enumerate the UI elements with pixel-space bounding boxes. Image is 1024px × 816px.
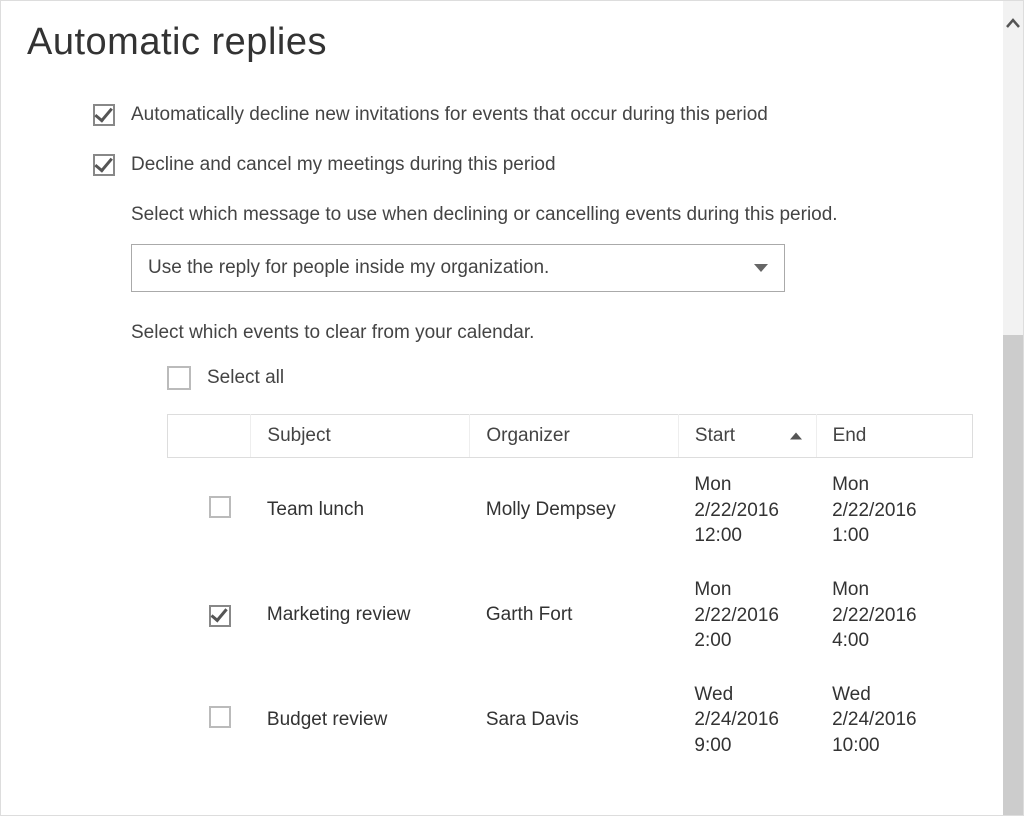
row-start: Mon2/22/201612:00 [678, 458, 816, 563]
column-end[interactable]: End [816, 415, 972, 458]
row-checkbox-cell [168, 563, 251, 668]
column-start-label: Start [695, 425, 735, 446]
scroll-up-button[interactable] [1003, 1, 1023, 47]
row-checkbox-cell [168, 458, 251, 563]
decline-new-checkbox[interactable] [93, 104, 115, 126]
row-start: Mon2/22/20162:00 [678, 563, 816, 668]
column-checkbox[interactable] [168, 415, 251, 458]
page-title: Automatic replies [27, 21, 963, 64]
column-organizer[interactable]: Organizer [470, 415, 679, 458]
row-subject: Budget review [251, 668, 470, 773]
table-row: Team lunchMolly DempseyMon2/22/201612:00… [168, 458, 973, 563]
decline-cancel-label: Decline and cancel my meetings during th… [131, 154, 556, 176]
row-checkbox[interactable] [209, 496, 231, 518]
events-instruction: Select which events to clear from your c… [131, 322, 963, 344]
row-organizer: Sara Davis [470, 668, 679, 773]
row-checkbox-cell [168, 668, 251, 773]
row-start: Wed2/24/20169:00 [678, 668, 816, 773]
select-all-checkbox[interactable] [167, 366, 191, 390]
table-row: Budget reviewSara DavisWed2/24/20169:00W… [168, 668, 973, 773]
chevron-down-icon [754, 264, 768, 272]
chevron-up-icon [1005, 16, 1021, 32]
select-all-row: Select all [167, 366, 963, 390]
message-instruction: Select which message to use when declini… [131, 204, 963, 226]
option-decline-cancel-row: Decline and cancel my meetings during th… [93, 154, 963, 176]
message-select[interactable]: Use the reply for people inside my organ… [131, 244, 785, 292]
row-checkbox[interactable] [209, 605, 231, 627]
message-select-value: Use the reply for people inside my organ… [148, 257, 549, 279]
row-checkbox[interactable] [209, 706, 231, 728]
option-decline-new-row: Automatically decline new invitations fo… [93, 104, 963, 126]
decline-cancel-checkbox[interactable] [93, 154, 115, 176]
row-end: Wed2/24/201610:00 [816, 668, 972, 773]
column-subject[interactable]: Subject [251, 415, 470, 458]
column-start[interactable]: Start [678, 415, 816, 458]
vertical-scrollbar[interactable] [1003, 1, 1023, 815]
row-end: Mon2/22/20161:00 [816, 458, 972, 563]
row-subject: Team lunch [251, 458, 470, 563]
table-row: Marketing reviewGarth FortMon2/22/20162:… [168, 563, 973, 668]
scroll-track[interactable] [1003, 47, 1023, 335]
events-table: Subject Organizer Start End Team lunchMo… [167, 414, 973, 773]
sort-asc-icon [790, 433, 802, 440]
scroll-thumb[interactable] [1003, 335, 1023, 815]
decline-new-label: Automatically decline new invitations fo… [131, 104, 768, 126]
row-subject: Marketing review [251, 563, 470, 668]
select-all-label: Select all [207, 367, 284, 389]
row-organizer: Garth Fort [470, 563, 679, 668]
row-end: Mon2/22/20164:00 [816, 563, 972, 668]
row-organizer: Molly Dempsey [470, 458, 679, 563]
